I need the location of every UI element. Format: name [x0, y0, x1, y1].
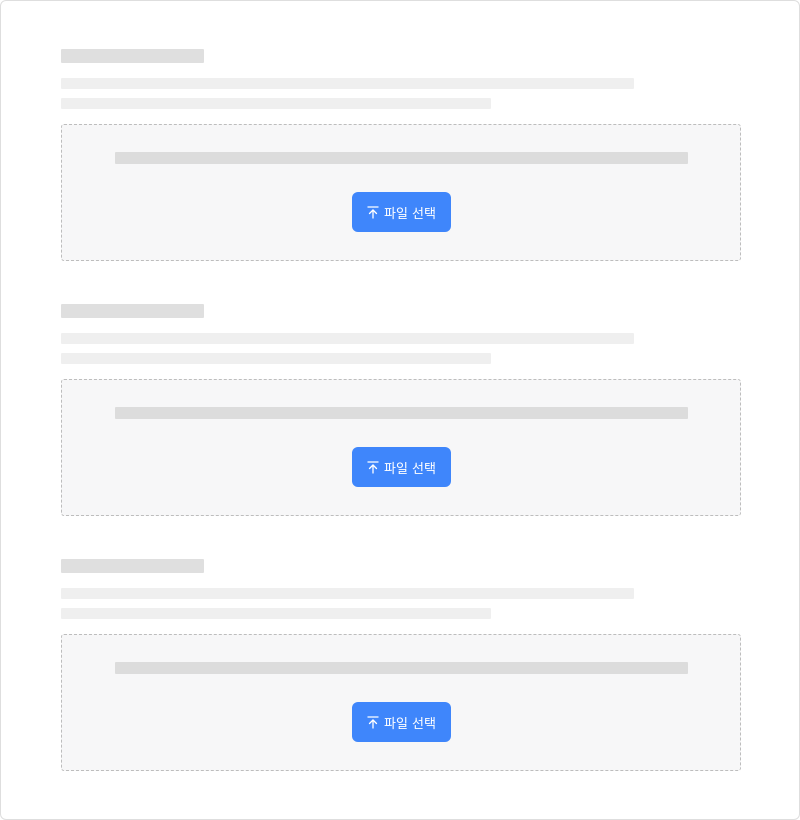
skeleton-description-line	[61, 333, 634, 344]
select-file-button[interactable]: 파일 선택	[352, 447, 451, 487]
skeleton-description-line	[61, 98, 491, 109]
upload-form-card: 파일 선택 파일 선택 파일 선택	[0, 0, 800, 820]
select-file-button[interactable]: 파일 선택	[352, 192, 451, 232]
upload-arrow-icon	[367, 460, 379, 474]
skeleton-dropzone-text	[115, 662, 688, 674]
skeleton-description-line	[61, 78, 634, 89]
skeleton-title	[61, 559, 204, 573]
skeleton-description-line	[61, 588, 634, 599]
upload-section-2: 파일 선택	[61, 304, 741, 516]
file-dropzone[interactable]: 파일 선택	[61, 379, 741, 516]
upload-arrow-icon	[367, 205, 379, 219]
select-file-button-label: 파일 선택	[384, 716, 436, 732]
skeleton-dropzone-text	[115, 407, 688, 419]
upload-arrow-icon	[367, 715, 379, 729]
skeleton-title	[61, 304, 204, 318]
select-file-button-label: 파일 선택	[384, 461, 436, 477]
skeleton-description-line	[61, 353, 491, 364]
upload-section-1: 파일 선택	[61, 49, 741, 261]
upload-section-3: 파일 선택	[61, 559, 741, 771]
skeleton-dropzone-text	[115, 152, 688, 164]
skeleton-title	[61, 49, 204, 63]
select-file-button[interactable]: 파일 선택	[352, 702, 451, 742]
select-file-button-label: 파일 선택	[384, 206, 436, 222]
file-dropzone[interactable]: 파일 선택	[61, 634, 741, 771]
file-dropzone[interactable]: 파일 선택	[61, 124, 741, 261]
skeleton-description-line	[61, 608, 491, 619]
